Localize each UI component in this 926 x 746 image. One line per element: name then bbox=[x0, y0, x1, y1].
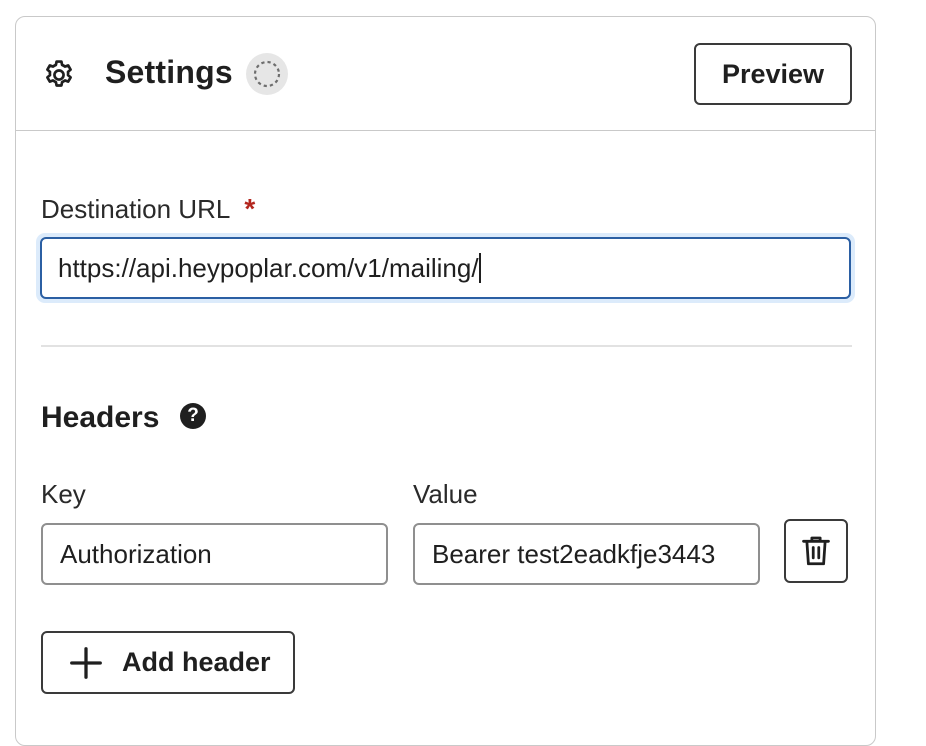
trash-icon bbox=[802, 536, 830, 566]
help-icon[interactable]: ? bbox=[180, 403, 206, 429]
plus-icon bbox=[70, 646, 102, 679]
headers-section-title: Headers bbox=[41, 401, 160, 434]
key-column-label: Key bbox=[41, 479, 86, 509]
add-header-button[interactable]: Add header bbox=[41, 631, 295, 694]
gear-icon bbox=[46, 60, 72, 87]
destination-url-value: https://api.heypoplar.com/v1/mailing/ bbox=[58, 253, 479, 283]
destination-url-focus-ring: https://api.heypoplar.com/v1/mailing/ bbox=[36, 233, 855, 303]
page-title: Settings bbox=[105, 54, 233, 90]
required-marker: * bbox=[244, 193, 256, 224]
settings-panel: Settings Preview Destination URL * https:… bbox=[15, 16, 876, 746]
header-value-input[interactable]: Bearer test2eadkfje3443 bbox=[413, 523, 760, 585]
panel-header: Settings Preview bbox=[16, 17, 875, 131]
delete-header-button[interactable] bbox=[784, 519, 848, 583]
section-divider bbox=[41, 345, 852, 347]
header-key-input[interactable]: Authorization bbox=[41, 523, 388, 585]
value-column-label: Value bbox=[413, 479, 478, 509]
destination-url-input[interactable]: https://api.heypoplar.com/v1/mailing/ bbox=[40, 237, 851, 299]
destination-url-label: Destination URL * bbox=[41, 193, 255, 225]
add-header-label: Add header bbox=[122, 647, 271, 677]
loading-spinner-icon bbox=[246, 53, 288, 95]
text-caret bbox=[478, 253, 481, 283]
destination-url-label-text: Destination URL bbox=[41, 194, 231, 224]
preview-button[interactable]: Preview bbox=[694, 43, 852, 105]
